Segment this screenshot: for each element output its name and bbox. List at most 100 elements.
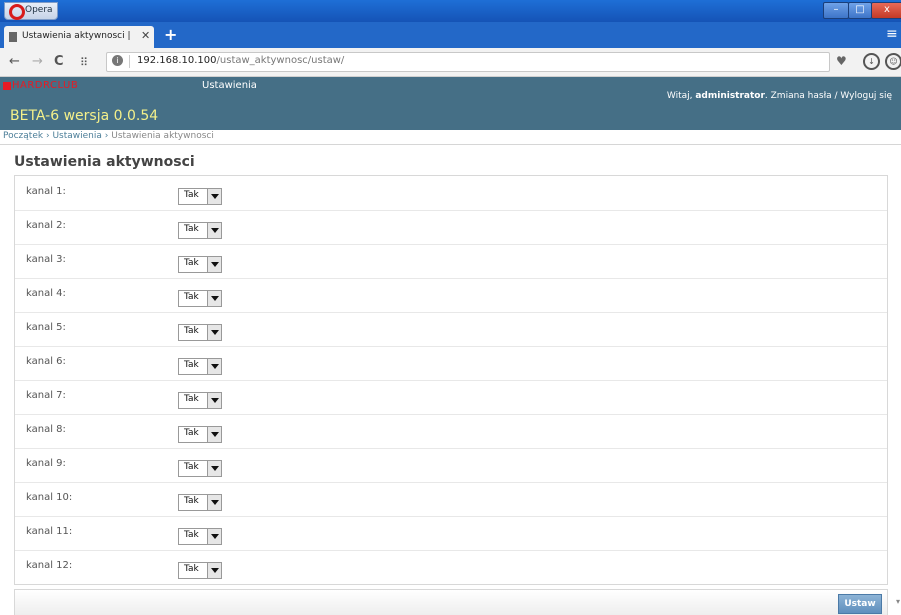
select-value: Tak: [184, 190, 199, 200]
divider: [0, 144, 901, 145]
maximize-button[interactable]: □: [848, 2, 872, 19]
dropdown-arrow-icon[interactable]: [207, 325, 221, 340]
channel-select[interactable]: Tak: [178, 256, 222, 273]
channel-label: kanal 7:: [26, 390, 66, 401]
page-title: Ustawienia aktywnosci: [14, 154, 195, 170]
account-icon[interactable]: ☺: [885, 53, 901, 70]
scrollbar-indicator[interactable]: ▾: [896, 597, 900, 606]
select-value: Tak: [184, 258, 199, 268]
tab-close-icon[interactable]: ✕: [141, 29, 150, 42]
reload-icon[interactable]: C: [54, 54, 64, 69]
channel-select[interactable]: Tak: [178, 324, 222, 341]
select-value: Tak: [184, 292, 199, 302]
submit-button[interactable]: Ustaw: [838, 594, 882, 614]
new-tab-button[interactable]: +: [164, 25, 177, 44]
url-field[interactable]: i 192.168.10.100/ustaw_aktywnosc/ustaw/: [106, 52, 830, 72]
dropdown-arrow-icon[interactable]: [207, 189, 221, 204]
window-titlebar: Opera – □ x: [0, 0, 901, 22]
download-icon[interactable]: ↓: [863, 53, 880, 70]
welcome-text: Witaj, administrator. Zmiana hasła / Wyl…: [667, 91, 892, 101]
channel-label: kanal 11:: [26, 526, 73, 537]
channel-select[interactable]: Tak: [178, 188, 222, 205]
form-row: kanal 7: Tak: [15, 380, 887, 415]
channel-select[interactable]: Tak: [178, 358, 222, 375]
breadcrumb-separator: ›: [45, 131, 50, 141]
dropdown-arrow-icon[interactable]: [207, 529, 221, 544]
channel-label: kanal 12:: [26, 560, 73, 571]
channel-label: kanal 10:: [26, 492, 73, 503]
channel-select[interactable]: Tak: [178, 494, 222, 511]
tab-strip: Ustawienia aktywnosci | BETA-6 ✕ + ≡: [0, 22, 901, 48]
channel-label: kanal 8:: [26, 424, 66, 435]
channel-select[interactable]: Tak: [178, 222, 222, 239]
dropdown-arrow-icon[interactable]: [207, 563, 221, 578]
url-separator: [129, 55, 130, 68]
form-row: kanal 12: Tak: [15, 550, 887, 584]
select-value: Tak: [184, 224, 199, 234]
breadcrumb-home[interactable]: Początek: [3, 131, 43, 141]
account-links[interactable]: . Zmiana hasła / Wyloguj się: [765, 91, 892, 101]
close-window-button[interactable]: x: [871, 2, 901, 19]
bookmark-heart-icon[interactable]: ♥: [836, 54, 847, 68]
dropdown-arrow-icon[interactable]: [207, 257, 221, 272]
tab-menu-icon[interactable]: ≡: [886, 26, 898, 42]
channel-select[interactable]: Tak: [178, 290, 222, 307]
brand-logo-text[interactable]: HARDRCLUB: [12, 80, 78, 91]
dropdown-arrow-icon[interactable]: [207, 461, 221, 476]
opera-menu-label: Opera: [25, 5, 53, 15]
menu-item-ustawienia[interactable]: Ustawienia: [202, 80, 257, 91]
url-host: 192.168.10.100: [137, 55, 217, 66]
dropdown-arrow-icon[interactable]: [207, 359, 221, 374]
tab-title: Ustawienia aktywnosci | BETA-6: [22, 31, 134, 41]
select-value: Tak: [184, 496, 199, 506]
channel-label: kanal 1:: [26, 186, 66, 197]
url-text: 192.168.10.100/ustaw_aktywnosc/ustaw/: [137, 55, 344, 66]
browser-tab[interactable]: Ustawienia aktywnosci | BETA-6 ✕: [4, 26, 154, 48]
dropdown-arrow-icon[interactable]: [207, 223, 221, 238]
channel-label: kanal 2:: [26, 220, 66, 231]
channel-select[interactable]: Tak: [178, 426, 222, 443]
dropdown-arrow-icon[interactable]: [207, 495, 221, 510]
form-row: kanal 9: Tak: [15, 448, 887, 483]
breadcrumb-separator: ›: [104, 131, 109, 141]
form-row: kanal 1: Tak: [15, 176, 887, 211]
form-row: kanal 6: Tak: [15, 346, 887, 381]
select-value: Tak: [184, 530, 199, 540]
channel-select[interactable]: Tak: [178, 392, 222, 409]
form-row: kanal 3: Tak: [15, 244, 887, 279]
select-value: Tak: [184, 360, 199, 370]
app-header: HARDRCLUB Ustawienia BETA-6 wersja 0.0.5…: [0, 77, 901, 130]
form-footer: Ustaw: [14, 589, 888, 615]
select-value: Tak: [184, 462, 199, 472]
channel-label: kanal 4:: [26, 288, 66, 299]
page-icon: [9, 32, 17, 42]
back-arrow-icon[interactable]: ←: [9, 54, 20, 69]
opera-menu-button[interactable]: Opera: [4, 2, 58, 20]
dropdown-arrow-icon[interactable]: [207, 427, 221, 442]
forward-arrow-icon[interactable]: →: [32, 54, 43, 69]
channel-select[interactable]: Tak: [178, 460, 222, 477]
select-value: Tak: [184, 326, 199, 336]
dropdown-arrow-icon[interactable]: [207, 393, 221, 408]
speed-dial-icon[interactable]: ⠿: [80, 56, 88, 69]
dropdown-arrow-icon[interactable]: [207, 291, 221, 306]
form-row: kanal 2: Tak: [15, 210, 887, 245]
select-value: Tak: [184, 428, 199, 438]
channel-label: kanal 9:: [26, 458, 66, 469]
channel-select[interactable]: Tak: [178, 528, 222, 545]
app-version-title: BETA-6 wersja 0.0.54: [10, 108, 159, 124]
username: administrator: [695, 91, 765, 101]
welcome-prefix: Witaj,: [666, 91, 696, 101]
form-row: kanal 8: Tak: [15, 414, 887, 449]
channel-select[interactable]: Tak: [178, 562, 222, 579]
channel-label: kanal 6:: [26, 356, 66, 367]
site-info-icon[interactable]: i: [112, 55, 123, 66]
breadcrumb-settings[interactable]: Ustawienia: [52, 131, 101, 141]
minimize-button[interactable]: –: [823, 2, 849, 19]
url-path: /ustaw_aktywnosc/ustaw/: [216, 55, 345, 66]
form-row: kanal 5: Tak: [15, 312, 887, 347]
breadcrumb-current: Ustawienia aktywnosci: [111, 131, 214, 141]
channel-label: kanal 3:: [26, 254, 66, 265]
settings-form: kanal 1: Tak kanal 2: Tak kanal 3: Tak k…: [14, 175, 888, 585]
brand-logo-icon: [3, 82, 11, 90]
